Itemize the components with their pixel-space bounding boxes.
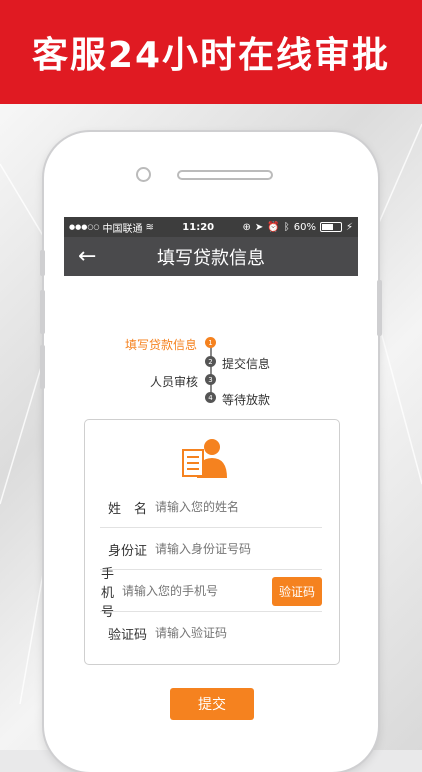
progress-line xyxy=(210,342,212,394)
progress-steps: 填写贷款信息 1 2 提交信息 人员审核 3 4 等待放款 xyxy=(64,276,358,426)
name-input[interactable] xyxy=(155,500,322,514)
wifi-icon: ≋ xyxy=(145,221,154,233)
phone-row: 手机号 验证码 xyxy=(100,567,322,620)
step-label-1: 填写贷款信息 xyxy=(125,338,198,352)
step-label-4: 等待放款 xyxy=(222,393,271,407)
id-label: 身份证 xyxy=(107,543,147,559)
submit-button[interactable]: 提交 xyxy=(170,688,254,720)
step-dot-1: 1 xyxy=(205,337,216,348)
banner-title: 客服24小时在线审批 xyxy=(31,35,391,76)
charging-icon: ⚡ xyxy=(345,221,353,233)
back-arrow-icon[interactable]: ← xyxy=(78,244,96,269)
clock: 11:20 xyxy=(182,221,215,233)
speaker-grille xyxy=(177,170,273,180)
app-screen: ●●●○○ 中国联通 ≋ 11:20 ⊕ ➤ ⏰ ᛒ 60% ⚡ ← 填写贷款信… xyxy=(64,217,358,750)
loan-form: 姓 名 身份证 手机号 验证码 验证码 xyxy=(84,419,340,665)
id-row: 身份证 xyxy=(100,529,322,570)
applicant-icon xyxy=(182,439,227,478)
alarm-icon: ⏰ xyxy=(267,221,280,233)
lock-rotation-icon: ⊕ xyxy=(242,221,251,233)
page-title: 填写贷款信息 xyxy=(157,247,265,269)
carrier-label: 中国联通 xyxy=(102,223,143,235)
battery-percent: 60% xyxy=(293,221,316,233)
phone-mute-switch xyxy=(40,250,45,276)
step-label-3: 人员审核 xyxy=(150,375,199,389)
phone-power-button xyxy=(377,280,382,336)
battery-icon xyxy=(319,222,342,232)
code-row: 验证码 xyxy=(100,613,322,653)
step-dot-2: 2 xyxy=(205,356,216,367)
phone-volume-down xyxy=(40,345,45,389)
phone-label: 手机号 xyxy=(100,566,114,620)
get-code-button[interactable]: 验证码 xyxy=(271,576,322,606)
step-dot-4: 4 xyxy=(205,392,216,403)
id-number-input[interactable] xyxy=(155,542,322,556)
step-label-2: 提交信息 xyxy=(222,357,271,371)
code-label: 验证码 xyxy=(107,627,147,643)
phone-volume-up xyxy=(40,290,45,334)
status-bar: ●●●○○ 中国联通 ≋ 11:20 ⊕ ➤ ⏰ ᛒ 60% ⚡ xyxy=(64,217,358,237)
phone-input[interactable] xyxy=(121,584,272,598)
code-input[interactable] xyxy=(155,626,322,640)
bluetooth-icon: ᛒ xyxy=(283,221,290,233)
name-label: 姓 名 xyxy=(107,501,147,517)
step-dot-3: 3 xyxy=(205,374,216,385)
camera-icon xyxy=(136,167,151,182)
nav-bar: ← 填写贷款信息 xyxy=(64,237,358,276)
promo-banner: 客服24小时在线审批 xyxy=(0,0,422,104)
location-icon: ➤ xyxy=(254,221,264,233)
signal-icon: ●●●○○ xyxy=(69,223,100,231)
name-row: 姓 名 xyxy=(100,487,322,528)
